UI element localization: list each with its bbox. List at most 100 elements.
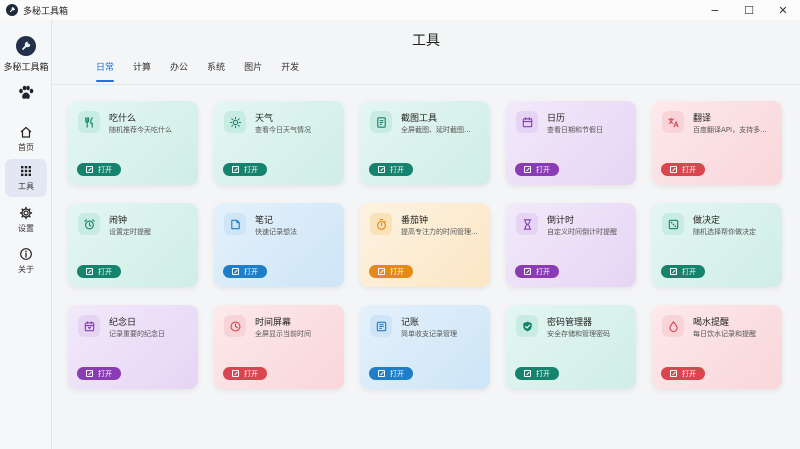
maximize-button[interactable]: ☐: [732, 0, 766, 20]
open-button[interactable]: 打开: [369, 367, 413, 380]
tool-name: 时间屏幕: [255, 318, 292, 328]
sidebar-item-label: 首页: [18, 143, 34, 152]
tab-office[interactable]: 办公: [170, 60, 188, 82]
open-button[interactable]: 打开: [77, 163, 121, 176]
tab-calc[interactable]: 计算: [133, 60, 151, 82]
open-external-icon: [378, 370, 385, 377]
tool-name: 笔记: [255, 216, 274, 226]
shield-check-icon: [516, 315, 538, 337]
tab-image[interactable]: 图片: [244, 60, 262, 82]
timer-icon: [370, 213, 392, 235]
open-button[interactable]: 打开: [515, 163, 559, 176]
water-drop-icon: [662, 315, 684, 337]
tool-card[interactable]: 番茄钟 提高专注力的时间管理... 打开: [360, 203, 490, 287]
tool-name: 做决定: [693, 216, 721, 226]
tool-name: 天气: [255, 114, 274, 124]
tool-card[interactable]: 倒计时 自定义时间倒计时提醒 打开: [506, 203, 636, 287]
calendar-heart-icon: [78, 315, 100, 337]
sun-icon: [224, 111, 246, 133]
tool-description: 简单收支记录管理: [401, 330, 457, 338]
tool-description: 随机选择帮你做决定: [693, 228, 756, 236]
tool-card[interactable]: 吃什么 随机推荐今天吃什么 打开: [68, 101, 198, 185]
open-button[interactable]: 打开: [369, 163, 413, 176]
open-button-label: 打开: [244, 369, 258, 378]
tool-card[interactable]: 闹钟 设置定时提醒 打开: [68, 203, 198, 287]
open-external-icon: [524, 370, 531, 377]
open-button[interactable]: 打开: [661, 367, 705, 380]
tool-card[interactable]: 笔记快速记录想法打开: [214, 203, 344, 287]
open-button-label: 打开: [682, 369, 696, 378]
tool-description: 全屏显示当前时间: [255, 330, 311, 338]
tool-card[interactable]: 日历 查看日期和节假日 打开: [506, 101, 636, 185]
tool-card[interactable]: 天气 查看今日天气情况 打开: [214, 101, 344, 185]
open-button[interactable]: 打开: [661, 163, 705, 176]
tool-card[interactable]: 密码管理器安全存储和管理密码打开: [506, 305, 636, 389]
open-button[interactable]: 打开: [223, 265, 267, 278]
tool-description: 快速记录想法: [255, 228, 297, 236]
open-button-label: 打开: [682, 267, 696, 276]
open-external-icon: [524, 166, 531, 173]
tool-card[interactable]: 翻译 百度翻译API，支持多... 打开: [652, 101, 782, 185]
sidebar-item-tools[interactable]: 工具: [5, 159, 47, 197]
sidebar-item-settings[interactable]: 设置: [5, 201, 47, 239]
sidebar: 多秘工具箱 首页 工具 设置 关于: [0, 20, 52, 449]
open-button-label: 打开: [244, 165, 258, 174]
calendar-icon: [516, 111, 538, 133]
ledger-icon: [370, 315, 392, 337]
sidebar-item-home[interactable]: 首页: [5, 120, 47, 158]
sidebar-item-label: 工具: [18, 182, 34, 191]
open-external-icon: [378, 268, 385, 275]
tool-name: 喝水提醒: [693, 318, 730, 328]
tool-card[interactable]: 截图工具 全屏截图、延时截图... 打开: [360, 101, 490, 185]
tool-name: 密码管理器: [547, 318, 593, 328]
tool-card[interactable]: 时间屏幕全屏显示当前时间打开: [214, 305, 344, 389]
translate-icon: [662, 111, 684, 133]
tool-card[interactable]: 纪念日 记录重要的纪念日 打开: [68, 305, 198, 389]
page-title: 工具: [412, 33, 440, 49]
open-button-label: 打开: [390, 165, 404, 174]
tool-card[interactable]: 做决定随机选择帮你做决定打开: [652, 203, 782, 287]
sidebar-item-label: 设置: [18, 224, 34, 233]
open-external-icon: [86, 268, 93, 275]
note-icon: [224, 213, 246, 235]
open-button-label: 打开: [536, 267, 550, 276]
window-title: 多秘工具箱: [23, 6, 69, 17]
open-external-icon: [86, 370, 93, 377]
home-icon: [20, 126, 32, 138]
close-button[interactable]: ✕: [766, 0, 800, 20]
open-external-icon: [670, 370, 677, 377]
clock-icon: [224, 315, 246, 337]
open-button[interactable]: 打开: [223, 163, 267, 176]
open-button[interactable]: 打开: [223, 367, 267, 380]
tool-description: 安全存储和管理密码: [547, 330, 610, 338]
tab-system[interactable]: 系统: [207, 60, 225, 82]
tool-card[interactable]: 记账 简单收支记录管理 打开: [360, 305, 490, 389]
minimize-button[interactable]: −: [698, 0, 732, 20]
tool-description: 百度翻译API，支持多...: [693, 126, 767, 134]
tool-name: 吃什么: [109, 114, 137, 124]
sidebar-item-about[interactable]: 关于: [5, 242, 47, 280]
open-external-icon: [524, 268, 531, 275]
title-bar: 多秘工具箱 − ☐ ✕: [0, 0, 800, 20]
brand-logo-icon: [16, 36, 36, 56]
open-button-label: 打开: [244, 267, 258, 276]
fork-knife-icon: [78, 111, 100, 133]
open-button[interactable]: 打开: [77, 265, 121, 278]
open-button-label: 打开: [682, 165, 696, 174]
tool-card[interactable]: 喝水提醒 每日饮水记录和提醒 打开: [652, 305, 782, 389]
paw-icon[interactable]: [17, 84, 35, 102]
open-button-label: 打开: [390, 267, 404, 276]
open-button[interactable]: 打开: [515, 367, 559, 380]
open-button-label: 打开: [98, 165, 112, 174]
tab-daily[interactable]: 日常: [96, 60, 115, 82]
open-button[interactable]: 打开: [661, 265, 705, 278]
tab-dev[interactable]: 开发: [281, 60, 299, 82]
dice-icon: [662, 213, 684, 235]
tool-name: 番茄钟: [401, 216, 429, 226]
open-button[interactable]: 打开: [77, 367, 121, 380]
open-button-label: 打开: [536, 369, 550, 378]
open-external-icon: [232, 166, 239, 173]
open-button[interactable]: 打开: [369, 265, 413, 278]
open-button[interactable]: 打开: [515, 265, 559, 278]
tool-description: 记录重要的纪念日: [109, 330, 165, 338]
